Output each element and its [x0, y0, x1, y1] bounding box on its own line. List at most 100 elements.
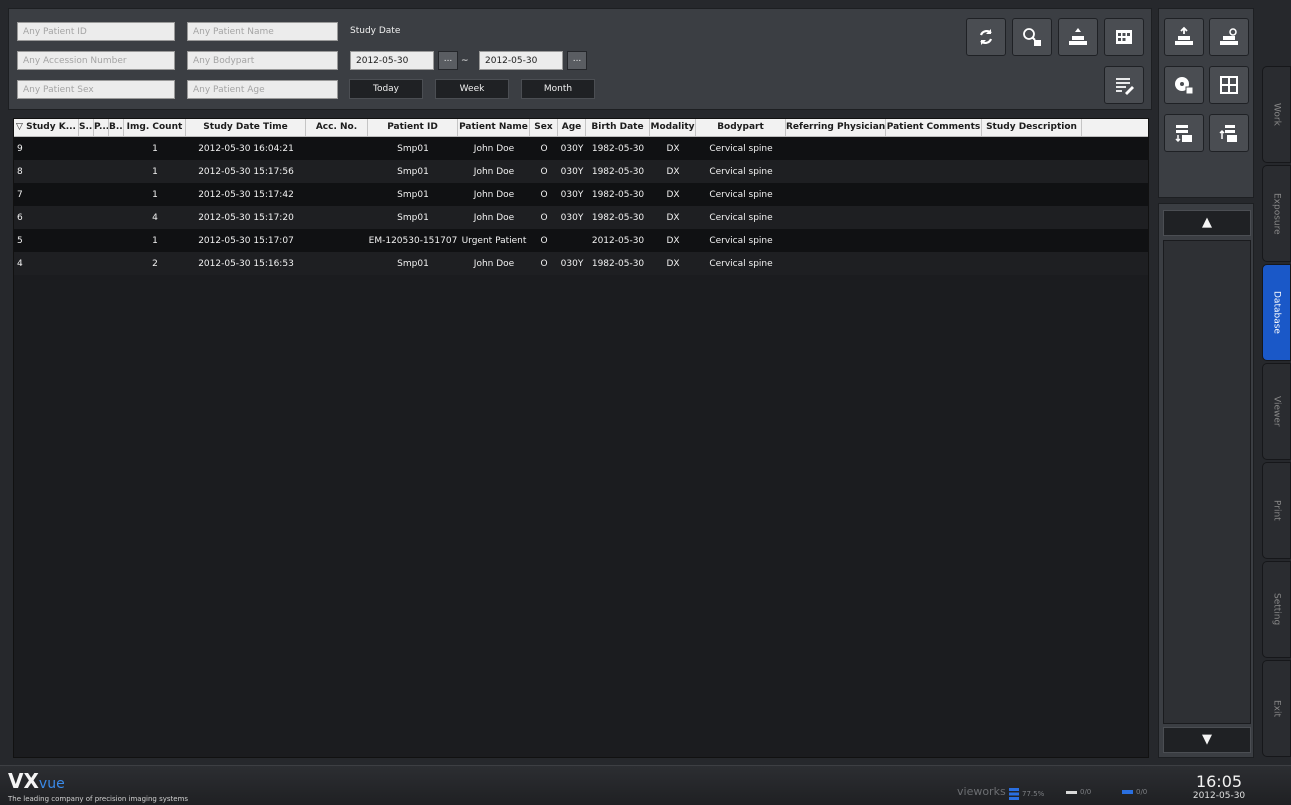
- scroll-up-button[interactable]: ▲: [1163, 210, 1251, 236]
- cell-patient-name: John Doe: [473, 166, 515, 177]
- cell-study-key: 9: [17, 143, 23, 154]
- search-delete-button[interactable]: [1012, 18, 1052, 56]
- cell-age: 030Y: [560, 258, 584, 269]
- cell-sex: O: [540, 189, 548, 200]
- column-header-image-count[interactable]: Img. Count: [124, 119, 186, 136]
- layout-icon: [1220, 76, 1238, 94]
- cell-patient-id: Smp01: [397, 258, 429, 269]
- layout-button[interactable]: [1209, 66, 1249, 104]
- patient-sex-input[interactable]: [17, 80, 175, 99]
- cell-birth-date: 1982-05-30: [591, 189, 645, 200]
- column-header-study-date-time[interactable]: Study Date Time: [186, 119, 306, 136]
- cell-age: 030Y: [560, 166, 584, 177]
- cell-bodypart: Cervical spine: [709, 189, 773, 200]
- column-header-sex[interactable]: Sex: [530, 119, 558, 136]
- cell-study-date-time: 2012-05-30 16:04:21: [198, 143, 294, 154]
- week-button[interactable]: Week: [435, 79, 509, 99]
- accession-number-input[interactable]: [17, 51, 175, 70]
- column-header-referring-physician[interactable]: Referring Physician: [786, 119, 886, 136]
- cell-study-key: 5: [17, 235, 23, 246]
- column-header-birth-date[interactable]: Birth Date: [586, 119, 650, 136]
- status-bar: VXvue The leading company of precision i…: [0, 765, 1291, 805]
- cell-birth-date: 2012-05-30: [591, 235, 645, 246]
- vxvue-logo: VXvue: [8, 769, 65, 793]
- column-header-patient-id[interactable]: Patient ID: [368, 119, 458, 136]
- date-range-separator: ~: [461, 56, 469, 66]
- import-button[interactable]: [1058, 18, 1098, 56]
- column-header-age[interactable]: Age: [558, 119, 586, 136]
- cell-sex: O: [540, 235, 548, 246]
- cell-study-key: 8: [17, 166, 23, 177]
- cell-patient-name: John Doe: [473, 212, 515, 223]
- scroll-track[interactable]: [1163, 240, 1251, 724]
- tagline: The leading company of precision imaging…: [8, 795, 189, 803]
- tab-label: Print: [1271, 500, 1282, 521]
- date-to-input[interactable]: [479, 51, 563, 70]
- column-header-study-description[interactable]: Study Description: [982, 119, 1082, 136]
- column-header-patient-comments[interactable]: Patient Comments: [886, 119, 982, 136]
- cd-export-button[interactable]: [1164, 66, 1204, 104]
- table-row[interactable]: 5 1 2012-05-30 15:17:07 EM-120530-151707…: [14, 229, 1148, 252]
- refresh-button[interactable]: [966, 18, 1006, 56]
- column-header-patient-name[interactable]: Patient Name: [458, 119, 530, 136]
- cell-patient-name: John Doe: [473, 143, 515, 154]
- cell-modality: DX: [666, 212, 680, 223]
- transfer-button[interactable]: [1164, 114, 1204, 152]
- tab-setting[interactable]: Setting: [1262, 561, 1291, 658]
- date-from-input[interactable]: [350, 51, 434, 70]
- table-body: 9 1 2012-05-30 16:04:21 Smp01 John Doe O…: [14, 137, 1148, 275]
- column-header-bodypart[interactable]: Bodypart: [696, 119, 786, 136]
- send-button[interactable]: [1164, 18, 1204, 56]
- cell-sex: O: [540, 212, 548, 223]
- table-row[interactable]: 6 4 2012-05-30 15:17:20 Smp01 John Doe O…: [14, 206, 1148, 229]
- queue-status-1: 0/0: [1066, 788, 1091, 796]
- vieworks-brand: vieworks: [957, 785, 1006, 798]
- receive-button[interactable]: [1209, 114, 1249, 152]
- date-from-picker-button[interactable]: ...: [438, 51, 458, 70]
- table-header: ▽ Study K... S... P... B... Img. Count S…: [14, 119, 1148, 137]
- cell-study-key: 7: [17, 189, 23, 200]
- tab-exposure[interactable]: Exposure: [1262, 165, 1291, 262]
- bodypart-input[interactable]: [187, 51, 338, 70]
- column-header-study-key[interactable]: ▽ Study K...: [14, 119, 79, 136]
- media-button[interactable]: [1104, 18, 1144, 56]
- patient-id-input[interactable]: [17, 22, 175, 41]
- column-header-modality[interactable]: Modality: [650, 119, 696, 136]
- cell-patient-name: John Doe: [473, 258, 515, 269]
- table-row[interactable]: 7 1 2012-05-30 15:17:42 Smp01 John Doe O…: [14, 183, 1148, 206]
- cell-image-count: 1: [152, 143, 158, 154]
- today-button[interactable]: Today: [349, 79, 423, 99]
- cell-image-count: 2: [152, 258, 158, 269]
- tray-icon: [1066, 791, 1077, 794]
- tool-panel: [1158, 8, 1254, 198]
- tab-database[interactable]: Database: [1262, 264, 1291, 361]
- tab-exit[interactable]: Exit: [1262, 660, 1291, 757]
- patient-name-input[interactable]: [187, 22, 338, 41]
- table-row[interactable]: 8 1 2012-05-30 15:17:56 Smp01 John Doe O…: [14, 160, 1148, 183]
- disk-usage-value: 77.5%: [1022, 790, 1045, 798]
- column-header-b[interactable]: B...: [109, 119, 124, 136]
- table-row[interactable]: 4 2 2012-05-30 15:16:53 Smp01 John Doe O…: [14, 252, 1148, 275]
- tab-viewer[interactable]: Viewer: [1262, 363, 1291, 460]
- column-header-p[interactable]: P...: [94, 119, 109, 136]
- burn-icon: [1220, 28, 1238, 45]
- cell-study-date-time: 2012-05-30 15:17:42: [198, 189, 294, 200]
- patient-age-input[interactable]: [187, 80, 338, 99]
- cell-birth-date: 1982-05-30: [591, 166, 645, 177]
- tab-print[interactable]: Print: [1262, 462, 1291, 559]
- date-to-picker-button[interactable]: ...: [567, 51, 587, 70]
- column-header-accession-number[interactable]: Acc. No.: [306, 119, 368, 136]
- tab-work[interactable]: Work: [1262, 66, 1291, 163]
- scroll-down-button[interactable]: ▼: [1163, 727, 1251, 753]
- app-window: Study Date ... ~ ... Today Week Month: [0, 0, 1291, 805]
- cell-bodypart: Cervical spine: [709, 258, 773, 269]
- notes-edit-button[interactable]: [1104, 66, 1144, 104]
- cell-image-count: 1: [152, 189, 158, 200]
- burn-button[interactable]: [1209, 18, 1249, 56]
- table-row[interactable]: 9 1 2012-05-30 16:04:21 Smp01 John Doe O…: [14, 137, 1148, 160]
- column-header-s[interactable]: S...: [79, 119, 94, 136]
- cell-image-count: 4: [152, 212, 158, 223]
- cell-study-date-time: 2012-05-30 15:17:20: [198, 212, 294, 223]
- month-button[interactable]: Month: [521, 79, 595, 99]
- cell-patient-id: EM-120530-151707: [368, 235, 458, 246]
